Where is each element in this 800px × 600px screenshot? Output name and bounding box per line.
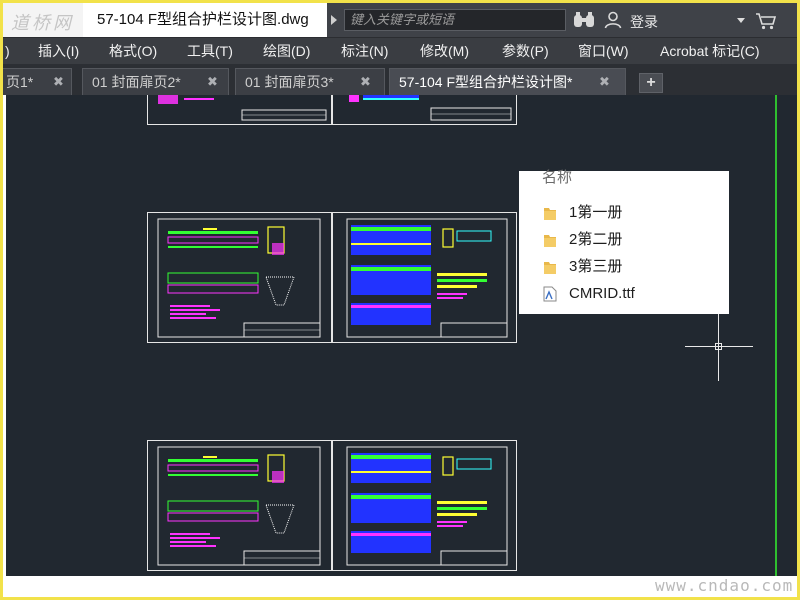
menu-item-draw[interactable]: 绘图(D)	[263, 38, 310, 64]
sheet-content	[157, 218, 321, 338]
file-list-panel: 名称 1第一册 2第二册 3第三册 CMRID.ttf	[519, 169, 729, 314]
sheet-content	[346, 218, 508, 338]
menu-bar: ) 插入(I) 格式(O) 工具(T) 绘图(D) 标注(N) 修改(M) 参数…	[3, 37, 797, 64]
chevron-down-icon[interactable]	[737, 18, 745, 23]
tab-cover-page2[interactable]: 01 封面扉页2* ✖	[82, 68, 229, 95]
menu-item-insert[interactable]: 插入(I)	[38, 38, 79, 64]
menu-item-window[interactable]: 窗口(W)	[578, 38, 629, 64]
folder-icon	[544, 262, 556, 274]
title-bar: 道桥网 57-104 F型组合护栏设计图.dwg 键入关键字或短语 登录	[3, 3, 797, 37]
drawing-sheet[interactable]	[332, 440, 517, 571]
menu-item-parameters[interactable]: 参数(P)	[502, 38, 549, 64]
tab-guardrail-drawing[interactable]: 57-104 F型组合护栏设计图* ✖	[389, 68, 626, 95]
logo-text: 道桥网	[11, 13, 74, 34]
sheet-content	[349, 95, 512, 121]
sheet-content	[157, 446, 321, 566]
crosshair-pickbox	[715, 343, 722, 350]
file-item-label: 2第二册	[569, 231, 623, 248]
new-tab-button[interactable]: +	[639, 73, 663, 93]
drawing-sheet[interactable]	[332, 95, 517, 125]
menu-item-tools[interactable]: 工具(T)	[187, 38, 233, 64]
drawing-sheet[interactable]	[147, 440, 332, 571]
menu-item-partial[interactable]: )	[5, 38, 10, 64]
app-logo: 道桥网	[3, 3, 83, 37]
viewport-border-line	[775, 95, 777, 576]
column-header-name: 名称	[542, 169, 573, 186]
drawing-sheet[interactable]	[147, 95, 332, 125]
close-icon[interactable]: ✖	[53, 69, 64, 95]
tab-label: 57-104 F型组合护栏设计图*	[399, 74, 573, 90]
menu-item-format[interactable]: 格式(O)	[109, 38, 157, 64]
file-item-label: 1第一册	[569, 204, 623, 221]
screen-frame: 道桥网 57-104 F型组合护栏设计图.dwg 键入关键字或短语 登录 ) 插…	[0, 0, 800, 600]
tab-label: 01 封面扉页3*	[245, 74, 334, 90]
binoculars-icon[interactable]	[573, 12, 595, 28]
drawing-sheet[interactable]	[332, 212, 517, 343]
sheet-content	[346, 446, 508, 566]
tab-label: 01 封面扉页2*	[92, 74, 181, 90]
folder-icon	[544, 208, 556, 220]
folder-icon	[544, 235, 556, 247]
file-item-label: CMRID.ttf	[569, 285, 635, 302]
drawing-sheet[interactable]	[147, 212, 332, 343]
login-button[interactable]: 登录	[630, 12, 658, 32]
tab-label: 页1*	[6, 74, 34, 90]
menu-item-acrobat[interactable]: Acrobat 标记(C)	[660, 38, 760, 64]
tab-cover-page3[interactable]: 01 封面扉页3* ✖	[235, 68, 385, 95]
search-input[interactable]: 键入关键字或短语	[344, 9, 566, 31]
watermark: www.cndao.com	[655, 576, 794, 595]
menu-item-dimension[interactable]: 标注(N)	[341, 38, 388, 64]
close-icon[interactable]: ✖	[207, 69, 218, 95]
close-icon[interactable]: ✖	[360, 69, 371, 95]
sheet-content	[158, 95, 327, 121]
tab-page1[interactable]: 页1* ✖	[3, 68, 72, 95]
file-item-label: 3第三册	[569, 258, 623, 275]
document-tab-bar: 页1* ✖ 01 封面扉页2* ✖ 01 封面扉页3* ✖ 57-104 F型组…	[3, 64, 797, 95]
user-icon[interactable]	[604, 11, 622, 29]
close-icon[interactable]: ✖	[599, 69, 610, 95]
menu-item-modify[interactable]: 修改(M)	[420, 38, 469, 64]
status-strip: www.cndao.com	[3, 576, 797, 597]
drawing-canvas[interactable]	[6, 95, 797, 576]
font-file-icon	[543, 286, 557, 302]
expand-arrow-icon[interactable]	[331, 15, 337, 25]
document-title: 57-104 F型组合护栏设计图.dwg	[83, 3, 327, 37]
cart-icon[interactable]	[755, 12, 777, 30]
